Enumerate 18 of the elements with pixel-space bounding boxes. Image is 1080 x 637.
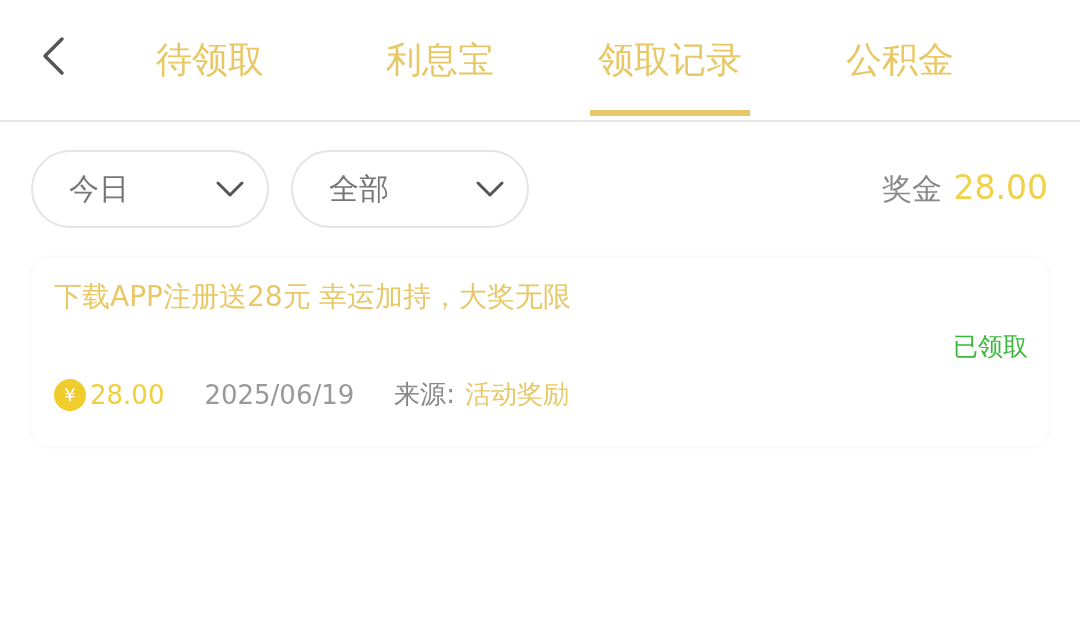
tab[interactable]: 利息宝 — [360, 0, 520, 116]
tab[interactable]: 公积金 — [820, 0, 980, 116]
record-amount: 28.00 — [90, 379, 165, 410]
record-title: 下载APP注册送28元 幸运加持，大奖无限 — [54, 279, 573, 315]
coin-icon: ¥ — [54, 378, 86, 411]
chevron-down-icon — [215, 180, 245, 198]
tab[interactable]: 待领取 — [130, 0, 290, 116]
tab[interactable]: 领取记录 — [590, 0, 750, 116]
record-date: 2025/06/19 — [204, 379, 355, 410]
source-value: 活动奖励 — [465, 378, 570, 411]
filter-dropdown[interactable]: 全部 — [291, 150, 529, 228]
back-icon[interactable] — [40, 36, 66, 76]
chevron-down-icon — [475, 180, 505, 198]
bonus-amount: 28.00 — [953, 168, 1048, 207]
source-label: 来源: — [394, 378, 456, 411]
filter-dropdown[interactable]: 今日 — [31, 150, 269, 228]
bonus-label: 奖金 — [881, 170, 942, 208]
status-label: 已领取 — [953, 331, 1028, 363]
